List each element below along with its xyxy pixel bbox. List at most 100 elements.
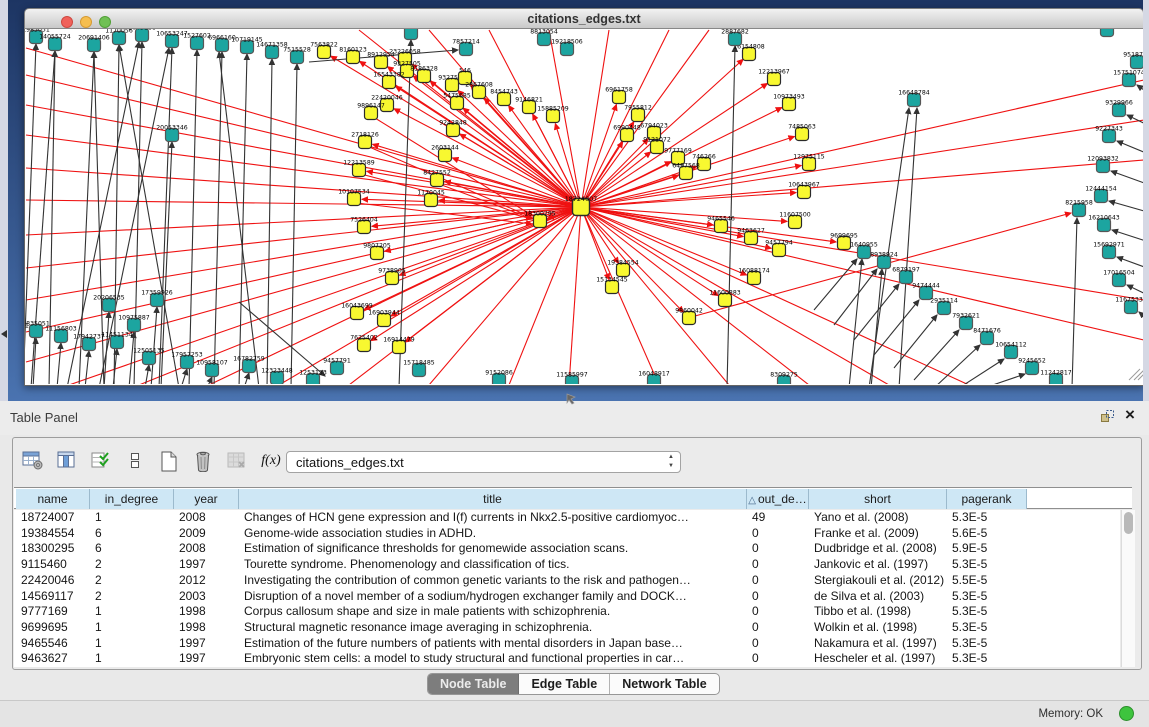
table-cell[interactable]: 1 (90, 620, 174, 636)
network-node[interactable]: 11585997 (556, 372, 588, 385)
network-node[interactable]: 16033809 (395, 29, 427, 40)
table-select-dropdown[interactable]: citations_edges.txt ▲▼ (286, 451, 681, 473)
table-cell[interactable]: 5.3E-5 (947, 636, 1027, 652)
network-node[interactable]: 8309275 (770, 372, 798, 385)
network-node[interactable]: 12213967 (758, 69, 790, 86)
network-node[interactable]: 20053346 (156, 125, 188, 142)
network-node[interactable]: 2718126 (351, 132, 379, 149)
table-cell[interactable]: 5.6E-5 (947, 526, 1027, 542)
table-cell[interactable]: 9699695 (16, 620, 90, 636)
table-cell[interactable]: 2012 (174, 573, 239, 589)
column-header-name[interactable]: name (16, 489, 90, 509)
tab-node-table[interactable]: Node Table (428, 674, 519, 694)
network-node[interactable]: 11242817 (1040, 370, 1072, 385)
table-cell[interactable]: Jankovic et al. (1997) (809, 557, 947, 573)
edit-columns-button[interactable] (87, 447, 115, 475)
network-node[interactable]: 7515528 (283, 47, 311, 64)
table-cell[interactable]: Dudbridge et al. (2008) (809, 541, 947, 557)
table-cell[interactable]: Genome-wide association studies in ADHD. (239, 526, 747, 542)
table-cell[interactable]: 1998 (174, 620, 239, 636)
table-cell[interactable]: de Silva et al. (2003) (809, 589, 947, 605)
network-node[interactable]: 16210643 (1088, 215, 1120, 232)
network-node[interactable]: 10973493 (773, 94, 805, 111)
table-row[interactable]: 946362711997Embryonic stem cells: a mode… (14, 651, 1120, 667)
table-cell[interactable]: 2 (90, 589, 174, 605)
table-row[interactable]: 977716911998Corpus callosum shape and si… (14, 604, 1120, 620)
table-settings-button[interactable] (19, 447, 47, 475)
network-node[interactable]: 9518713 (1123, 52, 1143, 69)
table-cell[interactable]: 5.3E-5 (947, 620, 1027, 636)
network-node[interactable]: 10958107 (196, 360, 228, 377)
network-node[interactable]: 7625402 (350, 335, 378, 352)
network-node[interactable]: 8160123 (339, 47, 367, 64)
table-cell[interactable]: Disruption of a novel member of a sodium… (239, 589, 747, 605)
network-node[interactable]: 7526404 (350, 217, 378, 234)
network-node[interactable]: 1527602 (183, 33, 211, 50)
network-node[interactable]: 16048917 (638, 371, 670, 385)
table-cell[interactable]: 5.5E-5 (947, 573, 1027, 589)
float-panel-icon[interactable] (1100, 409, 1116, 425)
table-cell[interactable]: 0 (747, 589, 809, 605)
table-cell[interactable]: Tourette syndrome. Phenomenology and cla… (239, 557, 747, 573)
tab-edge-table[interactable]: Edge Table (519, 674, 610, 694)
table-cell[interactable]: 0 (747, 573, 809, 589)
network-node[interactable]: 2043188 (128, 29, 156, 42)
table-cell[interactable]: 2 (90, 573, 174, 589)
table-cell[interactable]: 0 (747, 620, 809, 636)
table-cell[interactable]: 49 (747, 510, 809, 526)
network-window-titlebar[interactable]: citations_edges.txt (24, 8, 1144, 29)
table-cell[interactable]: Changes of HCN gene expression and I(f) … (239, 510, 747, 526)
table-cell[interactable]: Yano et al. (2008) (809, 510, 947, 526)
table-cell[interactable]: 18300295 (16, 541, 90, 557)
table-cell[interactable]: 0 (747, 636, 809, 652)
column-header-out_de[interactable]: △out_de… (747, 489, 809, 509)
network-node[interactable]: 8454743 (490, 89, 518, 106)
network-node[interactable]: 16088174 (738, 268, 770, 285)
network-node[interactable]: 19218506 (551, 39, 583, 56)
table-cell[interactable]: Franke et al. (2009) (809, 526, 947, 542)
network-node[interactable]: 11600883 (709, 290, 741, 307)
table-cell[interactable]: Nakamura et al. (1997) (809, 636, 947, 652)
network-node[interactable]: 12323448 (261, 368, 293, 385)
table-cell[interactable]: 1997 (174, 636, 239, 652)
table-cell[interactable]: 9777169 (16, 604, 90, 620)
table-cell[interactable]: 2 (90, 557, 174, 573)
delete-table-button[interactable] (223, 447, 251, 475)
network-node[interactable]: 7857214 (452, 39, 480, 56)
network-node[interactable]: 7563822 (310, 42, 338, 59)
network-node[interactable]: 16782759 (233, 356, 265, 373)
table-cell[interactable]: 2003 (174, 589, 239, 605)
network-node[interactable]: 16543382 (373, 72, 405, 89)
table-cell[interactable]: Investigating the contribution of common… (239, 573, 747, 589)
network-node[interactable]: 11607500 (779, 212, 811, 229)
show-columns-button[interactable] (53, 447, 81, 475)
network-node[interactable]: 11675333 (1115, 297, 1143, 314)
table-cell[interactable]: 5.3E-5 (947, 557, 1027, 573)
table-cell[interactable]: 1 (90, 604, 174, 620)
network-node[interactable]: 9457791 (323, 358, 351, 375)
table-cell[interactable]: 0 (747, 604, 809, 620)
table-cell[interactable]: 5.3E-5 (947, 510, 1027, 526)
column-header-title[interactable]: title (239, 489, 747, 509)
network-node[interactable]: 7485063 (788, 124, 816, 141)
table-cell[interactable]: 2008 (174, 541, 239, 557)
network-node[interactable]: 10643967 (788, 182, 820, 199)
network-node[interactable]: 10654112 (995, 342, 1027, 359)
table-cell[interactable]: 2008 (174, 510, 239, 526)
table-scrollbar[interactable] (1121, 510, 1135, 667)
table-cell[interactable]: 1 (90, 510, 174, 526)
network-node[interactable]: 7955812 (624, 105, 652, 122)
table-cell[interactable]: 9465546 (16, 636, 90, 652)
table-cell[interactable]: 22420046 (16, 573, 90, 589)
network-node[interactable]: 9152086 (485, 370, 513, 385)
table-cell[interactable]: Hescheler et al. (1997) (809, 651, 947, 667)
delete-rows-button[interactable] (189, 447, 217, 475)
table-cell[interactable]: 1997 (174, 651, 239, 667)
network-node[interactable]: 15692971 (1093, 242, 1125, 259)
network-node[interactable]: 9227343 (1095, 126, 1123, 143)
table-cell[interactable]: 0 (747, 557, 809, 573)
table-cell[interactable]: Embryonic stem cells: a model to study s… (239, 651, 747, 667)
network-node[interactable]: 9329966 (1105, 100, 1133, 117)
table-row[interactable]: 1938455462009Genome-wide association stu… (14, 526, 1120, 542)
network-node[interactable]: 15751074 (1113, 70, 1143, 87)
